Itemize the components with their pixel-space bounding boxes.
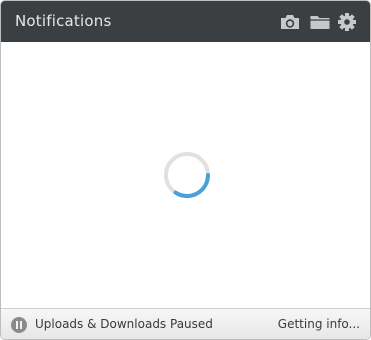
camera-icon[interactable] (279, 12, 301, 32)
loading-spinner-icon (162, 150, 212, 200)
folder-icon[interactable] (309, 12, 331, 32)
notifications-list (1, 42, 370, 308)
gear-icon[interactable] (336, 12, 358, 32)
panel-title: Notifications (15, 12, 112, 30)
status-bar: Uploads & Downloads Paused Getting info.… (1, 308, 370, 339)
notifications-panel: Notifications Uploads & Downloads Paused… (0, 0, 371, 340)
panel-header: Notifications (1, 1, 370, 42)
transfer-status-text: Uploads & Downloads Paused (35, 317, 213, 331)
info-status-text: Getting info... (277, 317, 360, 331)
pause-icon[interactable] (11, 317, 27, 333)
